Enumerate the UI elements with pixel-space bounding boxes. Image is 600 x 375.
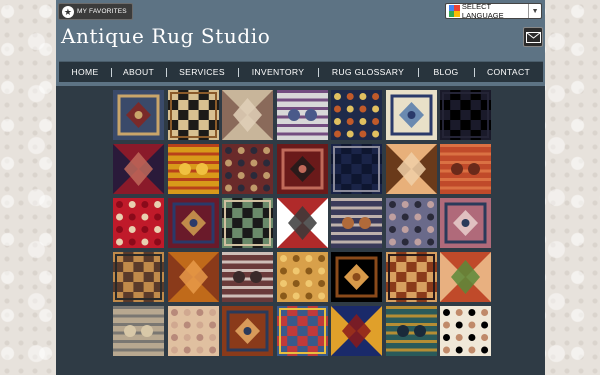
chevron-down-icon: ▼	[528, 4, 541, 18]
envelope-icon	[525, 31, 541, 43]
site-header: ★ MY FAVORITES SELECT LANGUAGE ▼ Antique…	[56, 0, 545, 60]
rug-gallery-grid	[113, 90, 491, 356]
nav-rug-glossary[interactable]: RUG GLOSSARY	[318, 62, 418, 82]
rug-thumbnail[interactable]	[331, 306, 382, 356]
rug-thumbnail[interactable]	[167, 144, 219, 194]
rug-thumbnail[interactable]	[331, 90, 382, 140]
nav-home[interactable]: HOME	[59, 62, 111, 82]
rug-thumbnail[interactable]	[440, 90, 491, 140]
rug-thumbnail[interactable]	[276, 198, 328, 248]
rug-thumbnail[interactable]	[113, 306, 164, 356]
star-icon: ★	[62, 5, 74, 18]
rug-thumbnail[interactable]	[222, 198, 273, 248]
main-navigation-bar: HOME ABOUT SERVICES INVENTORY RUG GLOSSARY BL…	[56, 60, 545, 86]
rug-thumbnail[interactable]	[276, 306, 328, 356]
main-navigation: HOME ABOUT SERVICES INVENTORY RUG GLOSSARY BL…	[59, 61, 543, 82]
rug-thumbnail[interactable]	[113, 90, 164, 140]
rug-thumbnail[interactable]	[276, 144, 328, 194]
rug-thumbnail[interactable]	[167, 198, 219, 248]
rug-thumbnail[interactable]	[222, 144, 273, 194]
rug-thumbnail[interactable]	[222, 90, 273, 140]
my-favorites-label: MY FAVORITES	[77, 8, 127, 15]
rug-thumbnail[interactable]	[385, 198, 437, 248]
rug-thumbnail[interactable]	[385, 306, 437, 356]
rug-thumbnail[interactable]	[222, 252, 273, 302]
rug-thumbnail[interactable]	[440, 306, 491, 356]
rug-thumbnail[interactable]	[440, 144, 491, 194]
nav-services[interactable]: SERVICES	[166, 62, 238, 82]
nav-inventory[interactable]: INVENTORY	[238, 62, 318, 82]
nav-blog[interactable]: BLOG	[418, 62, 474, 82]
rug-thumbnail[interactable]	[385, 90, 437, 140]
contact-mail-button[interactable]	[523, 27, 543, 47]
site-logo[interactable]: Antique Rug Studio	[61, 24, 270, 48]
rug-thumbnail[interactable]	[276, 90, 328, 140]
rug-thumbnail[interactable]	[440, 198, 491, 248]
rug-thumbnail[interactable]	[385, 144, 437, 194]
rug-thumbnail[interactable]	[276, 252, 328, 302]
language-select-label: SELECT LANGUAGE	[461, 2, 504, 20]
rug-thumbnail[interactable]	[113, 198, 164, 248]
google-translate-icon	[449, 5, 460, 17]
my-favorites-button[interactable]: ★ MY FAVORITES	[58, 3, 133, 20]
rug-thumbnail[interactable]	[113, 144, 164, 194]
page-container: ★ MY FAVORITES SELECT LANGUAGE ▼ Antique…	[56, 0, 545, 375]
language-select[interactable]: SELECT LANGUAGE ▼	[445, 2, 542, 20]
rug-thumbnail[interactable]	[385, 252, 437, 302]
rug-thumbnail[interactable]	[113, 252, 164, 302]
rug-thumbnail[interactable]	[222, 306, 273, 356]
rug-thumbnail[interactable]	[167, 90, 219, 140]
nav-contact[interactable]: CONTACT	[474, 62, 543, 82]
rug-thumbnail[interactable]	[331, 198, 382, 248]
rug-thumbnail[interactable]	[331, 252, 382, 302]
nav-about[interactable]: ABOUT	[111, 62, 166, 82]
rug-thumbnail[interactable]	[440, 252, 491, 302]
rug-thumbnail[interactable]	[331, 144, 382, 194]
rug-thumbnail[interactable]	[167, 252, 219, 302]
rug-thumbnail[interactable]	[167, 306, 219, 356]
